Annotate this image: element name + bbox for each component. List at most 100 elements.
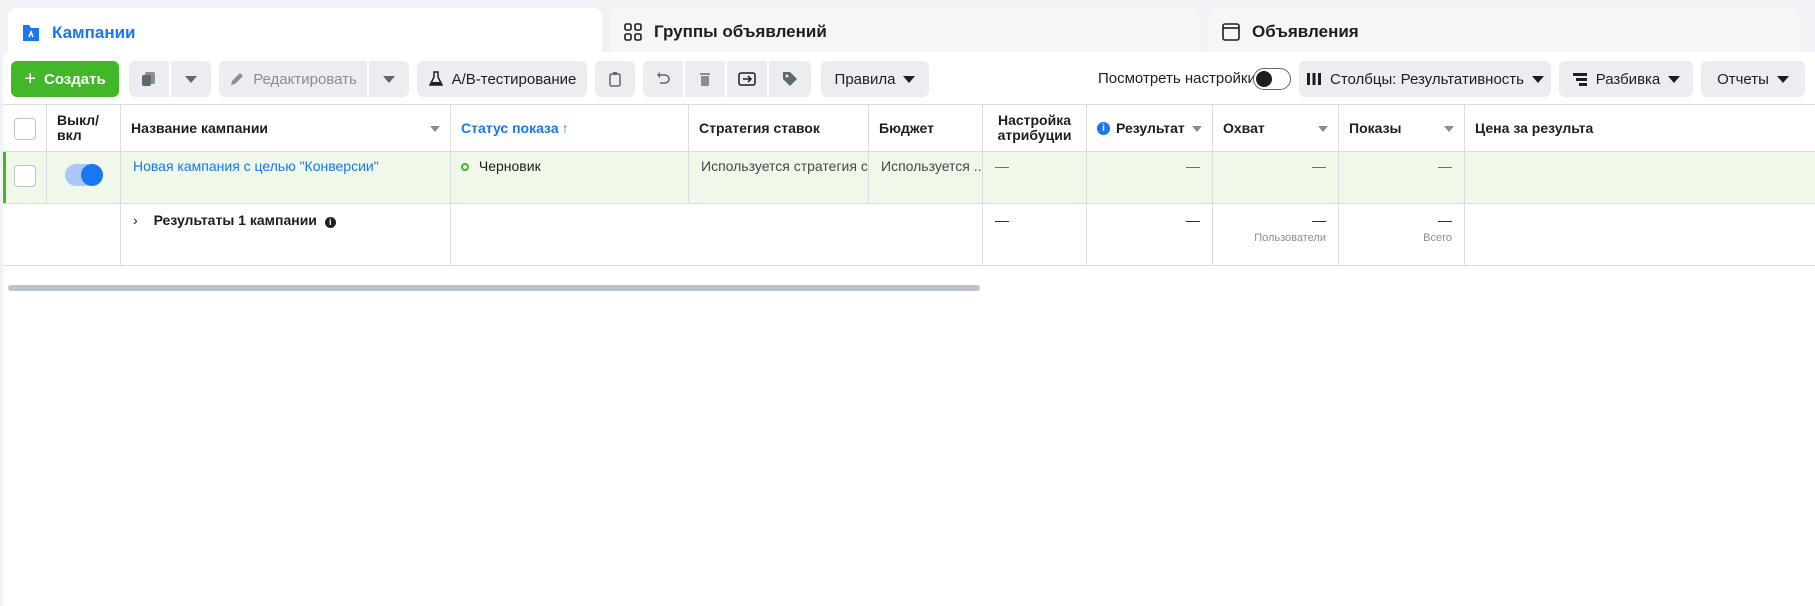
sort-dropdown-icon [1318,126,1328,132]
pencil-icon [231,73,244,85]
export-arrows-icon [738,72,756,86]
campaign-name-link[interactable]: Новая кампания с целью "Конверсии" [133,158,379,174]
chevron-down-icon [185,75,197,83]
edit-dropdown-button[interactable] [369,61,409,97]
row-cost-cell [1465,152,1815,203]
column-header-status-label: Статус показа [461,120,559,136]
horizontal-scrollbar[interactable] [8,285,980,291]
reports-button[interactable]: Отчеты [1701,61,1805,97]
create-button[interactable]: + Создать [11,61,119,97]
reports-button-label: Отчеты [1717,70,1769,88]
breakdown-button[interactable]: Разбивка [1559,61,1693,97]
columns-icon [1307,73,1321,85]
summary-row: › Результаты 1 кампании i — — — Пользова… [3,204,1815,266]
summary-empty-cell [451,204,983,265]
column-header-budget[interactable]: Бюджет [869,104,983,152]
column-header-impressions-label: Показы [1349,120,1402,136]
clipboard-icon [609,72,621,87]
sort-dropdown-icon [430,126,440,132]
edit-button[interactable]: Редактировать [219,61,367,97]
column-header-cost[interactable]: Цена за результа [1465,104,1815,152]
columns-button[interactable]: Столбцы: Результативность [1299,61,1551,97]
row-result-cell: — [1087,152,1213,203]
view-settings-label: Посмотреть настройки [1098,70,1256,87]
toggle-knob [1256,71,1272,87]
column-header-toggle[interactable]: Выкл/ вкл [47,104,121,152]
adsets-grid-icon [622,21,644,43]
summary-impressions-sub: Всего [1423,232,1452,244]
row-budget-cell: Используется ... [869,152,983,203]
create-button-label: Создать [44,70,106,88]
ad-window-icon [1220,21,1242,43]
rules-button[interactable]: Правила [821,61,929,97]
row-checkbox[interactable] [14,165,36,187]
column-header-impressions[interactable]: Показы [1339,104,1465,152]
view-settings-toggle[interactable] [1253,68,1291,90]
summary-result-cell: — [1087,204,1213,265]
chevron-down-icon [1776,75,1789,83]
tab-bar: Кампании Группы объявлений Объявления [0,0,1815,58]
row-impressions-cell: — [1339,152,1465,203]
summary-reach-cell: — Пользователи [1213,204,1339,265]
row-toggle-cell [47,152,121,203]
duplicate-button[interactable] [129,61,169,97]
campaigns-panel: + Создать Редактировать A/B-тестирование [3,52,1815,606]
column-header-reach[interactable]: Охват [1213,104,1339,152]
export-button[interactable] [727,61,767,97]
chevron-down-icon [903,75,916,83]
tab-ads[interactable]: Объявления [1208,8,1800,55]
delete-button[interactable] [685,61,725,97]
summary-impressions-cell: — Всего [1339,204,1465,265]
summary-impressions-value: — [1438,212,1452,228]
campaign-status: Черновик [478,158,541,174]
breakdown-button-label: Разбивка [1595,70,1661,88]
summary-cost-cell [1465,204,1815,265]
tab-campaigns-label: Кампании [52,23,136,42]
toolbar: + Создать Редактировать A/B-тестирование [3,52,1815,104]
row-select-cell [3,152,47,203]
row-status-cell: Черновик [451,152,689,203]
tab-adsets[interactable]: Группы объявлений [610,8,1200,55]
toggle-knob [81,164,103,186]
column-header-reach-label: Охват [1223,120,1265,136]
column-header-bid-strategy[interactable]: Стратегия ставок [689,104,869,152]
tag-button[interactable] [769,61,811,97]
column-header-status[interactable]: Статус показа ↑ [451,104,689,152]
column-header-name-label: Название кампании [131,120,269,136]
tab-campaigns[interactable]: Кампании [8,8,602,58]
table-row[interactable]: Новая кампания с целью "Конверсии" Черно… [3,152,1815,204]
ab-test-button-label: A/B-тестирование [451,70,577,88]
row-reach-cell: — [1213,152,1339,203]
duplicate-dropdown-button[interactable] [171,61,211,97]
rules-button-label: Правила [834,70,896,88]
tab-adsets-label: Группы объявлений [654,21,827,41]
info-icon: i [1097,121,1110,135]
chevron-down-icon [383,75,395,83]
campaign-flag-icon [20,22,42,44]
info-icon: i [324,217,336,228]
summary-label-cell[interactable]: › Результаты 1 кампании i [121,204,451,265]
edit-button-label: Редактировать [253,70,357,88]
trash-icon [700,73,710,86]
sort-dropdown-icon [1192,126,1202,132]
duplicate-icon [142,72,155,86]
select-all-checkbox[interactable] [14,118,36,140]
tab-ads-label: Объявления [1252,21,1359,41]
summary-reach-value: — [1312,212,1326,228]
column-header-result[interactable]: i Результат [1087,104,1213,152]
plus-icon: + [24,67,36,90]
undo-button[interactable] [643,61,683,97]
chevron-down-icon [1668,75,1681,83]
campaign-on-off-toggle[interactable] [65,164,103,186]
chevron-right-icon: › [133,212,138,228]
column-header-result-label: Результат [1116,120,1185,136]
column-header-name[interactable]: Название кампании [121,104,451,152]
header-select-all-cell [3,104,47,152]
flask-icon [428,71,443,86]
summary-spacer-cell [3,204,121,265]
ab-test-button[interactable]: A/B-тестирование [417,61,587,97]
clipboard-button[interactable] [595,61,635,97]
columns-button-label: Столбцы: Результативность [1330,70,1524,88]
chevron-down-icon [1531,75,1544,83]
column-header-attribution[interactable]: Настройка атрибуции [983,104,1087,152]
